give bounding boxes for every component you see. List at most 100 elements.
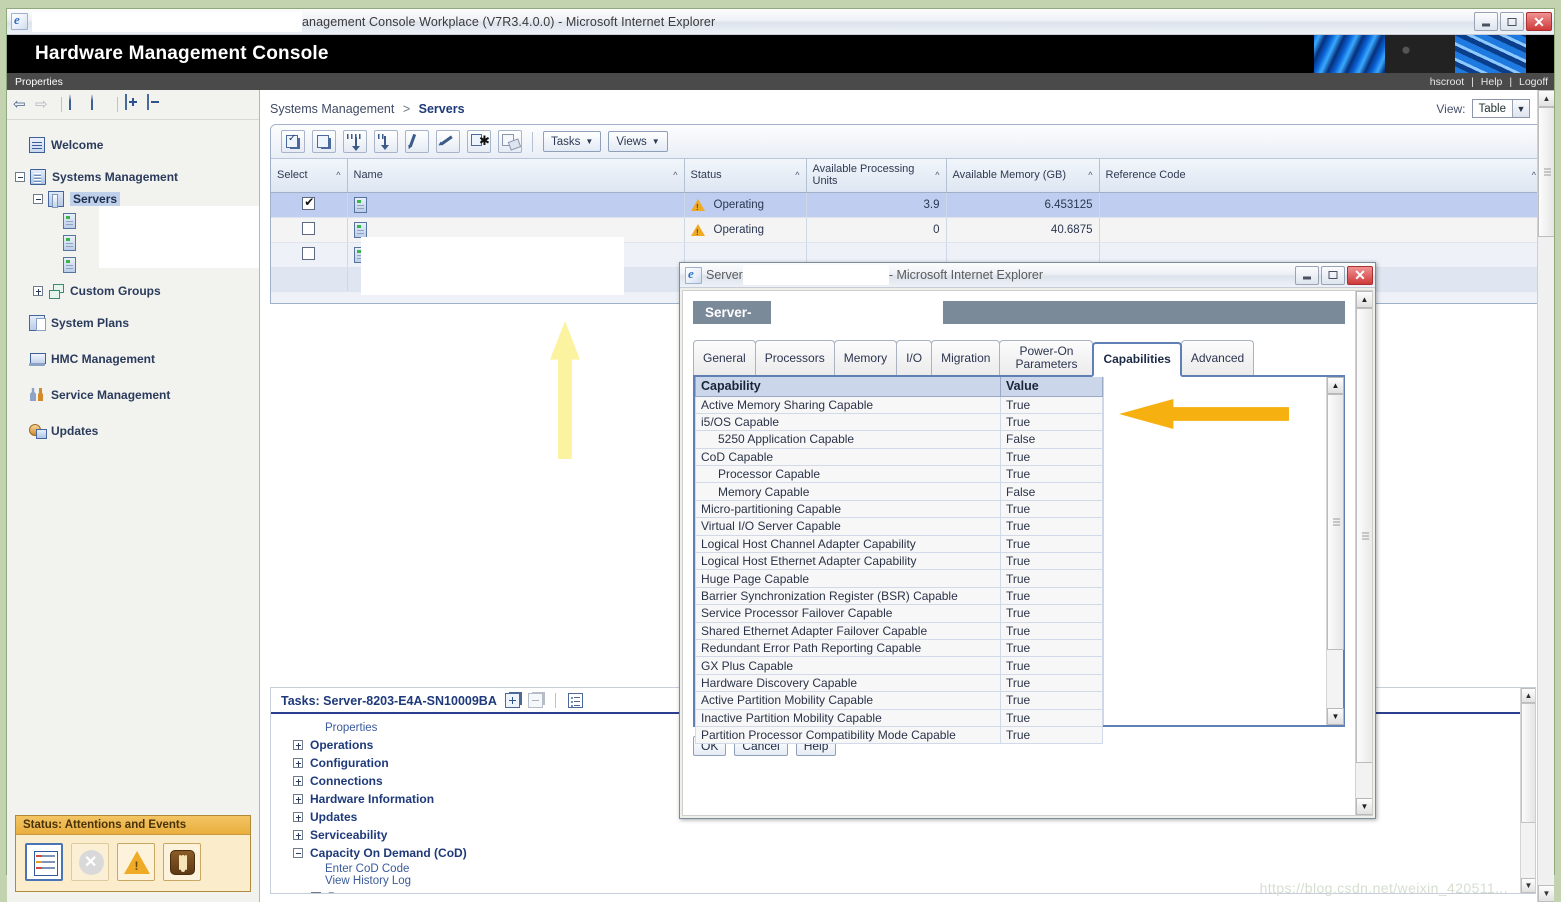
tab-processors[interactable]: Processors	[754, 340, 835, 375]
sidebar-item-systems-management[interactable]: Systems Management	[7, 166, 259, 188]
serviceability-button[interactable]	[163, 843, 201, 881]
row-select-cell[interactable]	[271, 192, 348, 218]
help-link[interactable]: Help	[1481, 76, 1503, 88]
expand-toggle-icon[interactable]	[293, 740, 303, 750]
clear-sort-icon[interactable]	[436, 130, 460, 153]
scroll-thumb[interactable]	[1327, 394, 1344, 650]
expand-rows-icon[interactable]	[343, 130, 367, 153]
maximize-button[interactable]	[1500, 12, 1524, 31]
dialog-scrollbar[interactable]: ▲ ▼	[1355, 291, 1372, 815]
capability-row[interactable]: Partition Processor Compatibility Mode C…	[695, 726, 1103, 745]
capability-row[interactable]: Shared Ethernet Adapter Failover Capable…	[695, 622, 1103, 640]
expand-toggle-icon[interactable]	[293, 830, 303, 840]
capability-row[interactable]: Hardware Discovery Capable True	[695, 674, 1103, 693]
column-header-reference-code[interactable]: Reference Code ^	[1099, 159, 1543, 193]
scroll-thumb[interactable]	[1521, 703, 1535, 823]
column-header-status[interactable]: Status ^	[684, 159, 807, 193]
collapse-all-icon[interactable]	[147, 94, 166, 114]
scroll-thumb[interactable]	[1356, 308, 1372, 763]
column-header-select[interactable]: Select ^	[271, 159, 348, 193]
task-item-serviceability[interactable]: Serviceability	[271, 826, 1535, 844]
home-icon[interactable]	[69, 94, 88, 114]
capability-row[interactable]: i5/OS Capable True	[695, 413, 1103, 432]
forward-icon[interactable]: ⇨	[35, 95, 54, 114]
capabilities-scrollbar[interactable]: ▲ ▼	[1326, 377, 1344, 725]
dialog-close-button[interactable]: ✕	[1347, 265, 1373, 285]
back-icon[interactable]: ⇦	[13, 95, 32, 114]
expand-toggle-icon[interactable]	[293, 794, 303, 804]
errors-button[interactable]	[71, 843, 109, 881]
home-check-icon[interactable]	[91, 94, 110, 114]
edit-sort-icon[interactable]	[405, 130, 429, 153]
dialog-minimize-button[interactable]	[1295, 265, 1319, 285]
configure-columns-icon[interactable]	[467, 130, 491, 153]
expand-toggle-icon[interactable]	[311, 892, 321, 893]
minimize-button[interactable]	[1474, 12, 1498, 31]
collapse-all-tasks-icon[interactable]	[527, 693, 543, 708]
tasks-menu-button[interactable]: Tasks ▼	[543, 131, 602, 152]
row-checkbox[interactable]	[302, 246, 316, 260]
scroll-thumb[interactable]	[1538, 107, 1554, 237]
attentions-button[interactable]	[117, 843, 155, 881]
content-scrollbar[interactable]: ▲ ▼	[1537, 90, 1554, 902]
expand-toggle-icon[interactable]	[293, 776, 303, 786]
scroll-down-button[interactable]: ▼	[1538, 885, 1554, 902]
table-row[interactable]: Operating 3.9 6.453125	[271, 192, 1543, 218]
capability-row[interactable]: Logical Host Ethernet Adapter Capability…	[695, 552, 1103, 571]
capability-row[interactable]: Processor Capable True	[695, 465, 1103, 484]
scroll-down-button[interactable]: ▼	[1327, 708, 1344, 725]
breadcrumb-root[interactable]: Systems Management	[270, 102, 394, 116]
column-header-available-processing-units[interactable]: Available Processing Units ^	[806, 159, 947, 193]
task-list-view-icon[interactable]	[567, 693, 583, 708]
capability-row[interactable]: CoD Capable True	[695, 448, 1103, 467]
tab-advanced[interactable]: Advanced	[1180, 340, 1255, 375]
sidebar-item-welcome[interactable]: Welcome	[7, 134, 259, 156]
column-header-available-memory[interactable]: Available Memory (GB) ^	[946, 159, 1100, 193]
task-item-capacity-on-demand[interactable]: Capacity On Demand (CoD)	[271, 844, 1535, 862]
expand-all-icon[interactable]	[125, 94, 144, 114]
scroll-up-button[interactable]: ▲	[1327, 377, 1344, 394]
sidebar-item-updates[interactable]: Updates	[7, 420, 259, 442]
tab-capabilities[interactable]: Capabilities	[1092, 342, 1182, 377]
chevron-down-icon[interactable]: ▼	[1512, 100, 1529, 117]
capability-row[interactable]: Huge Page Capable True	[695, 569, 1103, 588]
sidebar-item-system-plans[interactable]: System Plans	[7, 312, 259, 334]
expand-toggle-icon[interactable]	[293, 758, 303, 768]
tab-general[interactable]: General	[693, 340, 756, 375]
scroll-up-button[interactable]: ▲	[1538, 90, 1554, 107]
scroll-up-button[interactable]: ▲	[1521, 688, 1535, 703]
row-select-cell[interactable]	[271, 242, 348, 268]
clear-filter-icon[interactable]	[498, 130, 522, 153]
collapse-toggle-icon[interactable]	[33, 194, 43, 204]
collapse-rows-icon[interactable]	[374, 130, 398, 153]
sidebar-item-service-management[interactable]: Service Management	[7, 384, 259, 406]
tasks-panel-scrollbar[interactable]: ▲ ▼	[1520, 688, 1535, 893]
views-menu-button[interactable]: Views ▼	[608, 131, 668, 152]
tab-power-on-parameters[interactable]: Power-On Parameters	[999, 340, 1094, 375]
capability-row[interactable]: Active Partition Mobility Capable True	[695, 691, 1103, 710]
tab-memory[interactable]: Memory	[833, 340, 898, 375]
capability-row[interactable]: Virtual I/O Server Capable True	[695, 517, 1103, 536]
capability-row[interactable]: Logical Host Channel Adapter Capability T…	[695, 535, 1103, 554]
scroll-up-button[interactable]: ▲	[1356, 291, 1372, 308]
row-checkbox[interactable]	[302, 221, 316, 235]
capability-row[interactable]: Inactive Partition Mobility Capable True	[695, 709, 1103, 727]
collapse-toggle-icon[interactable]	[293, 848, 303, 858]
collapse-toggle-icon[interactable]	[15, 172, 25, 182]
capability-row[interactable]: GX Plus Capable True	[695, 656, 1103, 675]
capability-row[interactable]: Barrier Synchronization Register (BSR) C…	[695, 587, 1103, 606]
sidebar-item-custom-groups[interactable]: Custom Groups	[7, 280, 259, 302]
capability-row[interactable]: Redundant Error Path Reporting Capable Tr…	[695, 639, 1103, 658]
task-item-enter-cod-code[interactable]: Enter CoD Code	[271, 862, 1535, 875]
view-select[interactable]: Table ▼	[1471, 99, 1530, 118]
logoff-link[interactable]: Logoff	[1519, 76, 1548, 88]
dialog-maximize-button[interactable]	[1321, 265, 1345, 285]
expand-all-tasks-icon[interactable]	[504, 693, 520, 708]
capability-row[interactable]: Active Memory Sharing Capable True	[695, 396, 1103, 414]
capability-row[interactable]: Memory Capable False	[695, 482, 1103, 501]
tab-io[interactable]: I/O	[896, 340, 933, 375]
scroll-down-button[interactable]: ▼	[1356, 798, 1372, 815]
tab-migration[interactable]: Migration	[931, 340, 1001, 375]
expand-toggle-icon[interactable]	[293, 812, 303, 822]
expand-toggle-icon[interactable]	[33, 286, 43, 296]
